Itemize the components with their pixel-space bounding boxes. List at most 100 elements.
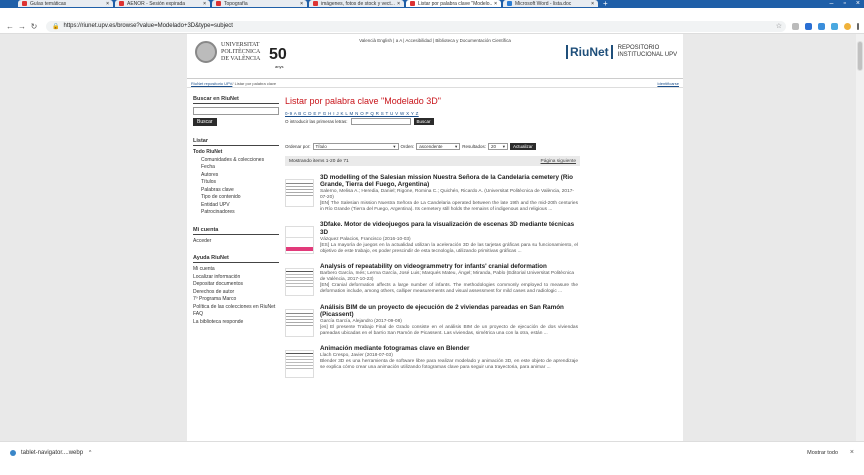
help-item[interactable]: La biblioteca responde [193,319,279,327]
alphabet-links[interactable]: 0-9 A B C D E F G H I J K L M N O P Q R … [285,111,580,116]
update-button[interactable]: Actualizar [510,143,536,150]
sidebar-item[interactable]: Fecha [193,164,279,172]
tab-label: Microsoft Word - lista.doc [515,0,572,7]
maximize-icon[interactable]: ▫ [843,0,845,7]
riunet-logo[interactable]: RiuNet REPOSITORIO INSTITUCIONAL UPV [566,45,677,59]
close-window-icon[interactable]: × [856,0,860,7]
results-label: Resultados: [462,144,487,149]
document-thumbnail[interactable] [285,179,314,207]
browser-tab[interactable]: Microsoft Word - lista.doc × [503,0,598,7]
list-item: 3Dfake. Motor de videojuegos para la vis… [285,221,580,255]
sidebar-item-all[interactable]: Todo RiuNet [193,149,279,157]
starts-with-input[interactable] [350,118,411,125]
jump-button[interactable]: Buscar [413,118,434,125]
help-item[interactable]: Localizar información [193,274,279,282]
help-item[interactable]: Política de las colecciones en RiuNet [193,304,279,312]
sidebar-item-login[interactable]: Acceder [193,238,279,246]
item-title[interactable]: Análisis BIM de un proyecto de ejecución… [320,304,578,318]
scrollbar-thumb[interactable] [857,41,863,71]
document-thumbnail[interactable] [285,226,314,255]
sort-select[interactable]: Título ▾ [312,143,399,150]
document-thumbnail[interactable] [285,350,314,379]
sort-value: Título [315,144,327,149]
extension-icon[interactable] [792,22,799,30]
sidebar-item[interactable]: Patrocinadores [193,209,279,217]
close-tab-icon[interactable]: × [106,1,109,7]
help-item[interactable]: Derechos de autor [193,289,279,297]
extension-icon[interactable] [805,22,812,30]
sidebar-item[interactable]: Comunidades & colecciones [193,157,279,165]
close-tab-icon[interactable]: × [591,1,594,7]
upv-logo[interactable]: UNIVERSITAT POLITÈCNICA DE VALÈNCIA [195,41,260,63]
search-button[interactable]: Buscar [193,118,217,126]
close-tab-icon[interactable]: × [300,1,303,7]
browser-tab[interactable]: Topografía × [212,0,307,7]
close-tab-icon[interactable]: × [397,1,400,7]
jump-row: O introducir las primeras letras: Buscar [285,118,580,125]
results-select[interactable]: 20 ▾ [488,143,509,150]
login-link[interactable]: Identificarse [657,81,679,86]
chevron-down-icon: ▾ [393,143,396,149]
favicon-icon [313,1,318,6]
document-thumbnail[interactable] [285,267,314,296]
document-thumbnail[interactable] [285,308,314,337]
url-field[interactable]: 🔒 https://riunet.upv.es/browse?value=Mod… [46,20,786,32]
sidebar: Buscar en RiuNet Buscar Listar Todo RiuN… [193,96,279,326]
breadcrumb-home-link[interactable]: RiuNet repositorio UPV [191,81,232,86]
extension-icon[interactable] [818,22,825,30]
sidebar-item[interactable]: Autores [193,172,279,180]
browser-tab[interactable]: Guías temáticas × [18,0,113,7]
item-title[interactable]: Analysis of repeatability on videogramme… [320,263,578,270]
page-scrollbar[interactable] [856,34,864,441]
minimize-icon[interactable]: – [830,0,834,7]
upv-name-line: UNIVERSITAT [221,41,260,48]
menu-icon[interactable] [857,22,859,30]
browser-tab[interactable]: AENOR - Sesión expirada × [115,0,210,7]
browser-tab-active[interactable]: Listar por palabra clave "Modelo... × [406,0,501,7]
new-tab-icon[interactable]: + [603,0,608,8]
chevron-up-icon[interactable]: ^ [89,450,91,456]
item-title[interactable]: Animación mediante fotogramas clave en B… [320,345,578,352]
favicon-icon [119,1,124,6]
next-page-link[interactable]: Página siguiente [541,159,576,164]
list-item: Analysis of repeatability on videogramme… [285,263,580,296]
list-item: 3D modelling of the Salesian mission Nue… [285,174,580,213]
anys-number: 50 [269,46,287,63]
anys-word: anys [275,64,284,69]
order-select[interactable]: ascendente ▾ [416,143,461,150]
sidebar-item[interactable]: Entidad UPV [193,202,279,210]
upv-seal-icon [195,41,217,63]
tab-label: Topografía [224,0,248,7]
address-bar: ← → ↻ 🔒 https://riunet.upv.es/browse?val… [0,19,864,34]
sidebar-item[interactable]: Palabras clave [193,187,279,195]
lock-icon: 🔒 [52,23,60,30]
extensions [792,22,859,30]
search-input[interactable] [193,107,279,115]
help-item[interactable]: FAQ [193,311,279,319]
bookmark-star-icon[interactable]: ☆ [776,22,782,30]
item-title[interactable]: 3Dfake. Motor de videojuegos para la vis… [320,221,578,235]
close-icon[interactable]: × [850,449,854,456]
download-item[interactable]: tablet-navigator....webp ^ [10,450,91,456]
help-item[interactable]: Depositar documentos [193,281,279,289]
favicon-icon [507,1,512,6]
sidebar-item[interactable]: Títulos [193,179,279,187]
close-tab-icon[interactable]: × [203,1,206,7]
close-tab-icon[interactable]: × [494,1,497,7]
forward-icon[interactable]: → [16,22,28,31]
extension-icon[interactable] [831,22,838,30]
show-all-button[interactable]: Mostrar todo [807,450,838,456]
favicon-icon [216,1,221,6]
profile-avatar[interactable] [844,22,851,30]
item-abstract: [EN] The Salesian mission Nuestra Señora… [320,201,578,213]
help-item[interactable]: Mi cuenta [193,266,279,274]
file-icon [10,450,16,456]
top-links[interactable]: Valencià English | a A | Accesibilidad |… [187,38,683,43]
item-title[interactable]: 3D modelling of the Salesian mission Nue… [320,174,578,188]
sidebar-item[interactable]: Tipo de contenido [193,194,279,202]
breadcrumb-current: / Listar por palabra clave [232,80,277,86]
back-icon[interactable]: ← [4,22,16,31]
reload-icon[interactable]: ↻ [28,22,40,31]
browser-tab[interactable]: imágenes, fotos de stock y vect... × [309,0,404,7]
help-item[interactable]: 7º Programa Marco [193,296,279,304]
